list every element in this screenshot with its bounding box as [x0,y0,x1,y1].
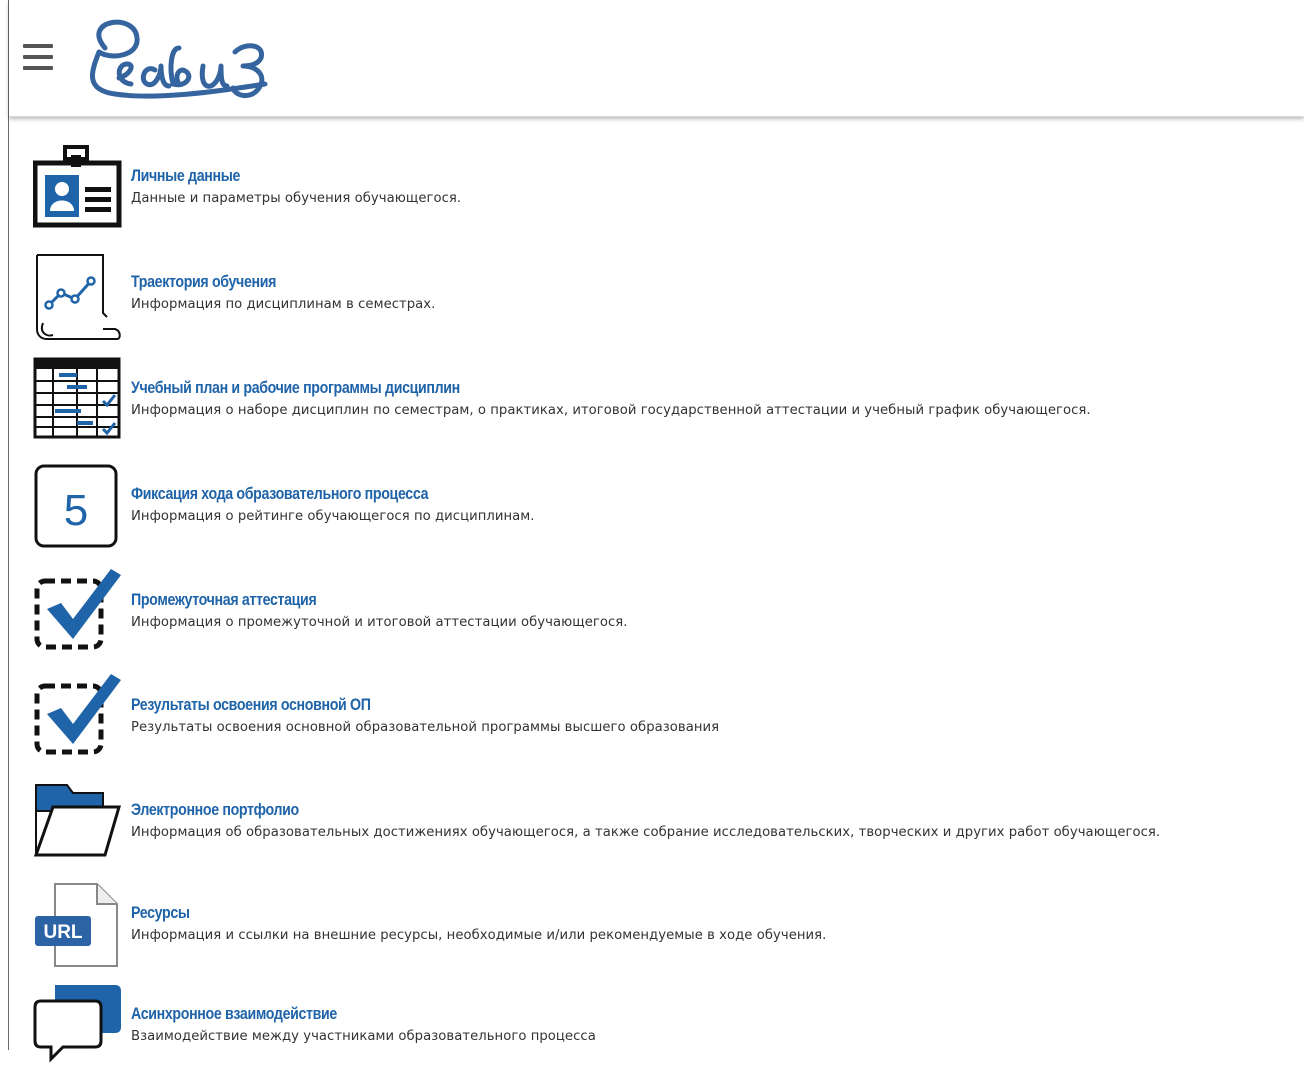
trajectory-chart-icon [33,251,123,341]
menu-item-resources[interactable]: URL Ресурсы Информация и ссылки на внешн… [33,882,1303,972]
menu-item-title[interactable]: Траектория обучения [131,273,276,292]
folder-icon [33,779,123,869]
menu-item-title[interactable]: Результаты освоения основной ОП [131,696,371,715]
menu-item-description: Информация о рейтинге обучающегося по ди… [131,509,535,524]
page-frame-border [8,0,9,1050]
menu-item-title[interactable]: Учебный план и рабочие программы дисципл… [131,379,460,398]
menu-item-title[interactable]: Электронное портфолио [131,801,299,820]
menu-item-title[interactable]: Фиксация хода образовательного процесса [131,485,428,504]
menu-item-intermediate-attestation[interactable]: Промежуточная аттестация Информация о пр… [33,567,1303,657]
grade-five-text: 5 [64,486,88,535]
menu-item-description: Результаты освоения основной образовател… [131,720,720,735]
chat-bubbles-icon [33,983,123,1073]
checkbox-check-icon [33,672,123,762]
menu-item-title[interactable]: Ресурсы [131,904,190,923]
id-badge-icon [33,145,123,235]
menu-item-curriculum[interactable]: Учебный план и рабочие программы дисципл… [33,357,1303,447]
menu-item-portfolio[interactable]: Электронное портфолио Информация об обра… [33,779,1303,869]
menu-item-description: Информация об образовательных достижения… [131,825,1161,840]
url-document-icon: URL [33,882,123,972]
menu-item-description: Информация о промежуточной и итоговой ат… [131,615,628,630]
menu-item-title[interactable]: Промежуточная аттестация [131,591,317,610]
reaviz-logo[interactable] [75,8,285,108]
menu-item-title[interactable]: Асинхронное взаимодействие [131,1005,337,1024]
menu-item-op-results[interactable]: Результаты освоения основной ОП Результа… [33,672,1303,762]
menu-item-personal-data[interactable]: Личные данные Данные и параметры обучени… [33,145,1303,235]
hamburger-menu-icon[interactable] [23,42,57,74]
menu-item-educational-process[interactable]: 5 Фиксация хода образовательного процесс… [33,463,1303,553]
menu-item-description: Информация о наборе дисциплин по семестр… [131,403,1091,418]
menu-item-description: Данные и параметры обучения обучающегося… [131,191,462,206]
menu-item-description: Информация и ссылки на внешние ресурсы, … [131,928,827,943]
menu-item-title[interactable]: Личные данные [131,167,240,186]
app-header [9,0,1304,117]
menu-item-trajectory[interactable]: Траектория обучения Информация по дисцип… [33,251,1303,341]
checkbox-check-icon [33,567,123,657]
menu-item-description: Взаимодействие между участниками образов… [131,1029,596,1044]
menu-item-async-interaction[interactable]: Асинхронное взаимодействие Взаимодействи… [33,983,1303,1073]
url-label-text: URL [43,922,82,943]
grade-five-icon: 5 [33,463,123,553]
menu-item-description: Информация по дисциплинам в семестрах. [131,297,436,312]
schedule-table-icon [33,357,123,447]
